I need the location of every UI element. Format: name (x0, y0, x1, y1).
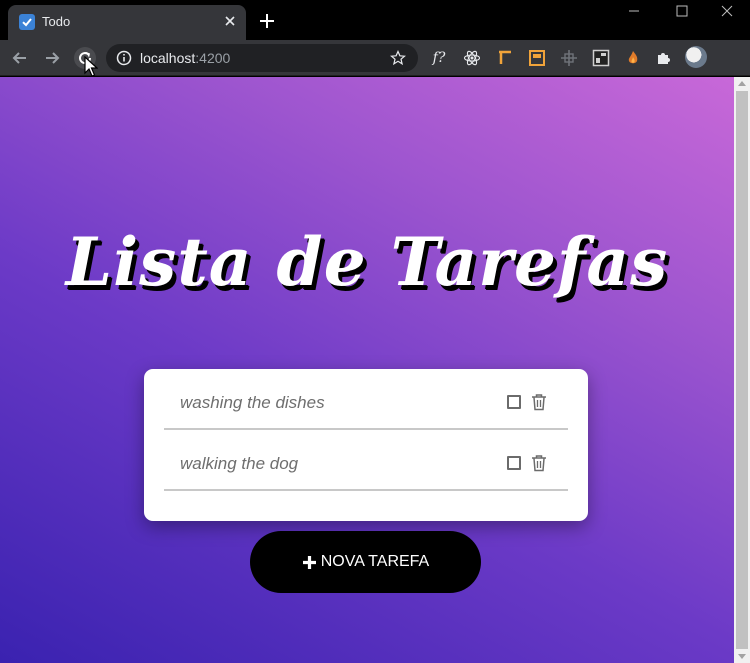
back-icon[interactable] (10, 48, 30, 68)
ruler-icon[interactable] (496, 49, 514, 67)
new-task-label: NOVA TAREFA (320, 553, 430, 570)
page-viewport: Lista de Tarefas washing the dishes walk… (0, 77, 734, 663)
url-text: localhost:4200 (140, 50, 231, 66)
task-text: washing the dishes (180, 393, 325, 412)
function-icon[interactable]: f? (430, 49, 448, 67)
close-window-icon[interactable] (719, 4, 735, 18)
task-list-card: washing the dishes walking the dog (144, 369, 588, 521)
terminal-icon[interactable] (592, 49, 610, 67)
task-checkbox[interactable] (507, 395, 521, 409)
trash-icon[interactable] (531, 454, 547, 472)
task-item: walking the dog (164, 430, 568, 491)
close-tab-icon[interactable] (222, 13, 238, 29)
bookmark-star-icon[interactable] (390, 50, 406, 66)
scroll-down-icon[interactable] (738, 654, 746, 659)
address-bar[interactable]: localhost:4200 (106, 44, 418, 72)
move-icon[interactable] (560, 49, 578, 67)
scrollbar-thumb[interactable] (736, 91, 748, 649)
plus-icon (302, 555, 317, 570)
task-item: washing the dishes (164, 369, 568, 430)
box-icon[interactable] (528, 49, 546, 67)
profile-avatar[interactable] (685, 46, 707, 68)
minimize-icon[interactable] (626, 4, 642, 18)
checkbox-favicon-icon (19, 14, 35, 30)
tab-strip: Todo (0, 0, 750, 40)
mouse-cursor-icon (84, 55, 99, 78)
new-tab-icon[interactable] (258, 12, 276, 30)
maximize-icon[interactable] (674, 4, 690, 18)
browser-tab[interactable]: Todo (8, 5, 246, 40)
forward-icon[interactable] (42, 48, 62, 68)
page-scrollbar[interactable] (734, 77, 750, 663)
task-checkbox[interactable] (507, 456, 521, 470)
react-icon[interactable] (463, 49, 481, 67)
page-title: Lista de Tarefas (65, 223, 669, 301)
new-task-button[interactable]: NOVA TAREFA (250, 531, 481, 593)
trash-icon[interactable] (531, 393, 547, 411)
scroll-up-icon[interactable] (738, 81, 746, 86)
fire-icon[interactable] (624, 49, 642, 67)
browser-toolbar: localhost:4200 f? (0, 40, 750, 105)
info-icon[interactable] (116, 50, 132, 66)
task-text: walking the dog (180, 454, 299, 473)
tab-title: Todo (42, 14, 71, 29)
puzzle-icon[interactable] (655, 49, 673, 67)
